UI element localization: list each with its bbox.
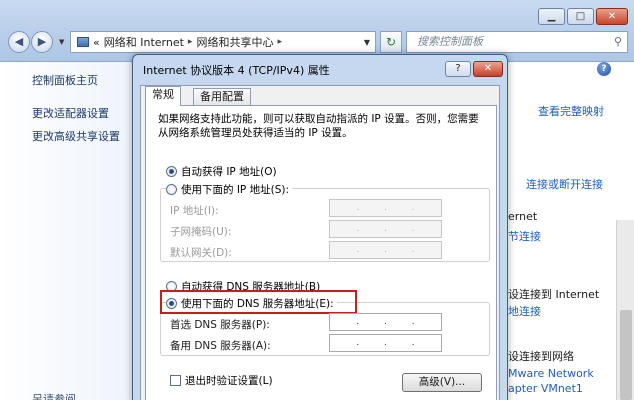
alternate-dns-field[interactable]: ... <box>329 334 442 352</box>
dns-manual-option[interactable]: 使用下面的 DNS 服务器地址(E): <box>166 296 337 311</box>
ip-dot: . <box>356 317 360 327</box>
subnet-mask-field[interactable]: ... <box>329 220 442 238</box>
chevron-down-icon: ▼ <box>363 37 370 47</box>
connections-link[interactable]: 节连接 <box>508 228 541 244</box>
ip-dot: . <box>356 224 360 234</box>
chevron-down-icon: ▼ <box>59 38 65 46</box>
internet-label: ernet <box>508 210 538 223</box>
change-advanced-sharing-link[interactable]: 更改高级共享设置 <box>32 128 120 144</box>
ip-auto-option[interactable]: 自动获得 IP 地址(O) <box>166 164 277 179</box>
ip-dot: . <box>411 317 415 327</box>
ip-dot: . <box>384 203 387 213</box>
search-input[interactable]: 搜索控制面板 ⚲ <box>406 31 628 53</box>
address-bar[interactable]: « 网络和 Internet ▸ 网络和共享中心 ▸ ▼ <box>70 31 376 53</box>
help-icon[interactable]: ? <box>597 62 611 76</box>
ip-dot: . <box>384 224 387 234</box>
ip-dot: . <box>384 338 387 348</box>
preferred-dns-field[interactable]: ... <box>329 313 442 331</box>
dialog-help-button[interactable]: ? <box>445 61 471 77</box>
ip-auto-label: 自动获得 IP 地址(O) <box>181 166 277 178</box>
dialog-close-button[interactable]: ✕ <box>473 61 503 77</box>
local-connection-link[interactable]: 地连接 <box>508 303 541 319</box>
breadcrumb-separator[interactable]: ▸ <box>188 37 193 47</box>
ip-dot: . <box>384 245 387 255</box>
back-button[interactable]: ◀ <box>8 31 30 53</box>
dialog-title: Internet 协议版本 4 (TCP/IPv4) 属性 <box>143 64 330 77</box>
vmware-adapter-link-line2[interactable]: apter VMnet1 <box>508 382 583 395</box>
dns-manual-label: 使用下面的 DNS 服务器地址(E): <box>181 298 334 310</box>
connect-internet-text: 设连接到 Internet <box>508 288 600 301</box>
refresh-button[interactable]: ↻ <box>380 31 402 53</box>
address-overflow[interactable]: « <box>93 36 100 49</box>
ip-dot: . <box>356 338 360 348</box>
breadcrumb-separator[interactable]: ▸ <box>277 37 282 47</box>
search-placeholder: 搜索控制面板 <box>417 35 483 48</box>
network-folder-icon <box>77 37 89 47</box>
address-dropdown[interactable]: ▼ <box>359 38 375 47</box>
ip-dot: . <box>384 317 387 327</box>
breadcrumb-network-sharing-center[interactable]: 网络和共享中心 <box>196 34 273 50</box>
vertical-scrollbar[interactable] <box>616 220 634 400</box>
see-also-heading: 另请参阅 <box>32 393 76 400</box>
validate-on-exit-label: 退出时验证设置(L) <box>185 375 273 387</box>
ip-manual-label: 使用下面的 IP 地址(S): <box>181 184 289 196</box>
recent-pages-dropdown[interactable]: ▼ <box>59 38 64 46</box>
validate-on-exit-checkbox[interactable] <box>170 375 181 386</box>
default-gateway-field[interactable]: ... <box>329 241 442 259</box>
maximize-button[interactable]: □ <box>567 8 594 25</box>
subnet-mask-label: 子网掩码(U): <box>170 226 232 238</box>
connect-network-text: 设连接到网络 <box>508 350 574 363</box>
ip-manual-radio[interactable] <box>166 184 177 195</box>
ip-dot: . <box>411 224 415 234</box>
ip-dot: . <box>356 203 360 213</box>
ip-auto-radio[interactable] <box>166 166 177 177</box>
breadcrumb-network-internet[interactable]: 网络和 Internet <box>104 34 184 50</box>
tab-alternate-config[interactable]: 备用配置 <box>193 88 251 106</box>
ip-manual-option[interactable]: 使用下面的 IP 地址(S): <box>166 182 292 197</box>
see-full-map-link[interactable]: 查看完整映射 <box>538 103 604 119</box>
ip-dot: . <box>411 245 415 255</box>
minimize-button[interactable]: ▁ <box>538 8 565 25</box>
intro-text: 如果网络支持此功能，则可以获取自动指派的 IP 设置。否则，您需要从网络系统管理… <box>158 113 479 139</box>
validate-on-exit-option[interactable]: 退出时验证设置(L) <box>170 373 273 388</box>
scrollbar-thumb[interactable] <box>620 310 632 400</box>
ip-address-field[interactable]: ... <box>329 199 442 217</box>
ip-dot: . <box>411 338 415 348</box>
forward-button[interactable]: ▶ <box>31 31 53 53</box>
search-icon[interactable]: ⚲ <box>614 32 622 52</box>
alternate-dns-label: 备用 DNS 服务器(A): <box>170 340 271 352</box>
vmware-adapter-link-line1[interactable]: Mware Network <box>508 367 594 380</box>
ip-dot: . <box>356 245 360 255</box>
control-panel-home-link[interactable]: 控制面板主页 <box>32 72 98 88</box>
ip-dot: . <box>411 203 415 213</box>
arrow-left-icon: ◀ <box>14 35 24 48</box>
dns-manual-radio[interactable] <box>166 298 177 309</box>
ip-address-label: IP 地址(I): <box>170 205 219 217</box>
close-button[interactable]: ✕ <box>596 8 628 25</box>
refresh-icon: ↻ <box>385 35 397 49</box>
tab-general[interactable]: 常规 <box>145 86 181 106</box>
connect-disconnect-link[interactable]: 连接或断开连接 <box>526 176 603 192</box>
preferred-dns-label: 首选 DNS 服务器(P): <box>170 319 270 331</box>
default-gateway-label: 默认网关(D): <box>170 247 232 259</box>
change-adapter-settings-link[interactable]: 更改适配器设置 <box>32 105 109 121</box>
arrow-right-icon: ▶ <box>37 35 47 48</box>
advanced-button[interactable]: 高级(V)... <box>402 373 482 392</box>
